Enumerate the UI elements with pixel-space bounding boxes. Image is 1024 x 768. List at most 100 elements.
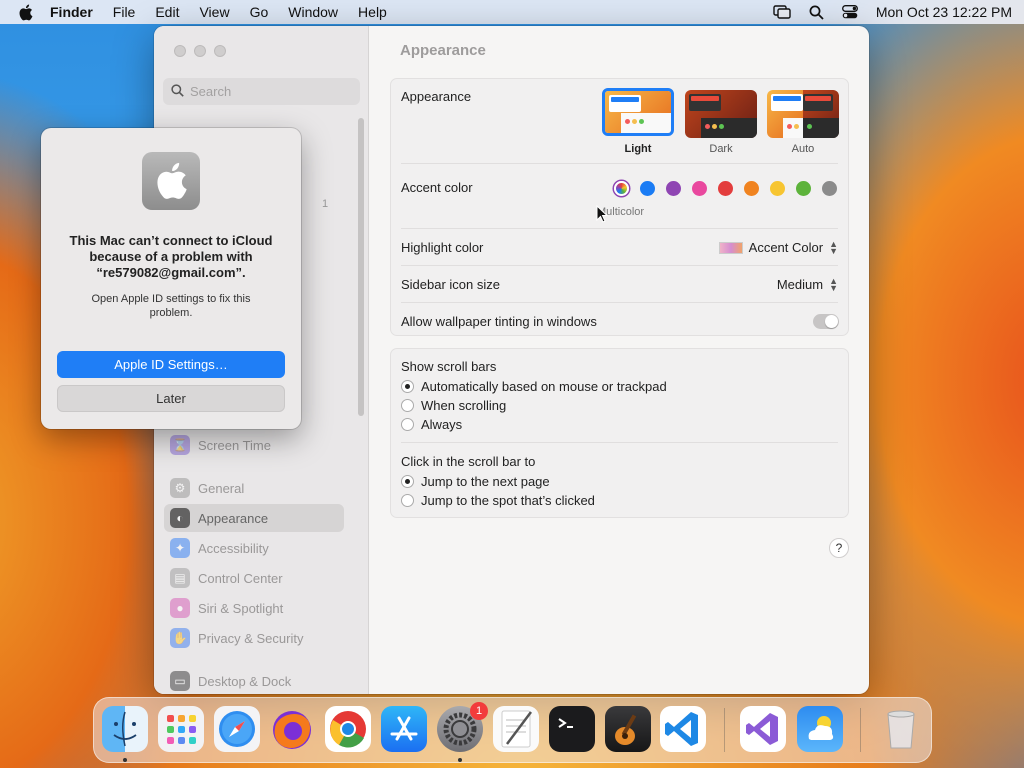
sidebar-item-label: General	[198, 480, 245, 496]
settings-content: Appearance Appearance Light Dark Auto Ac…	[370, 26, 869, 694]
accent-red-swatch[interactable]	[718, 181, 733, 196]
click-option-spot-clicked[interactable]: Jump to the spot that’s clicked	[401, 493, 838, 508]
textedit-dock-icon[interactable]	[493, 706, 539, 752]
scroll-option-automatic[interactable]: Automatically based on mouse or trackpad	[401, 379, 838, 394]
radio-label: Jump to the next page	[421, 474, 550, 489]
radio-button[interactable]	[401, 380, 414, 393]
chevron-updown-icon: ▲ ▼	[829, 275, 838, 293]
sidebar-item-privacy-security[interactable]: ✋ Privacy & Security	[164, 624, 344, 652]
accent-purple-swatch[interactable]	[666, 181, 681, 196]
weather-dock-icon[interactable]	[797, 706, 843, 752]
sidebar-icon-size-label: Sidebar icon size	[401, 277, 500, 292]
accent-graphite-swatch[interactable]	[822, 181, 837, 196]
wallpaper-tinting-toggle[interactable]	[813, 314, 839, 329]
spotlight-search-icon[interactable]	[809, 5, 824, 20]
theme-auto-option[interactable]	[767, 90, 839, 138]
radio-button[interactable]	[401, 494, 414, 507]
scroll-option-always[interactable]: Always	[401, 417, 838, 432]
icloud-alert-dialog: This Mac can’t connect to iCloud because…	[41, 128, 301, 429]
radio-button[interactable]	[401, 475, 414, 488]
minimize-window-button[interactable]	[194, 45, 206, 57]
highlight-color-preview	[718, 241, 743, 254]
theme-light-label: Light	[624, 143, 652, 155]
menu-view[interactable]: View	[199, 4, 229, 20]
sidebar-item-appearance[interactable]: ◐ Appearance	[164, 504, 344, 532]
accent-yellow-swatch[interactable]	[770, 181, 785, 196]
help-button[interactable]: ?	[829, 538, 849, 558]
divider	[401, 442, 838, 443]
control-center-icon[interactable]	[841, 5, 858, 19]
radio-label: Always	[421, 417, 463, 432]
radio-button[interactable]	[401, 399, 414, 412]
safari-dock-icon[interactable]	[214, 706, 260, 752]
menu-clock[interactable]: Mon Oct 23 12:22 PM	[876, 4, 1012, 20]
menu-help[interactable]: Help	[358, 4, 387, 20]
close-window-button[interactable]	[174, 45, 186, 57]
gear-icon: ⚙	[170, 478, 190, 498]
sidebar-item-accessibility[interactable]: ✦ Accessibility	[164, 534, 344, 562]
divider	[401, 302, 838, 303]
sidebar-item-label: Accessibility	[198, 540, 269, 556]
app-store-dock-icon[interactable]	[381, 706, 427, 752]
dock-separator	[860, 708, 861, 752]
launchpad-dock-icon[interactable]	[158, 706, 204, 752]
menu-edit[interactable]: Edit	[155, 4, 179, 20]
mouse-pointer-icon	[596, 204, 609, 226]
accent-pink-swatch[interactable]	[692, 181, 707, 196]
visual-studio-dock-icon[interactable]	[740, 706, 786, 752]
terminal-dock-icon[interactable]	[549, 706, 595, 752]
finder-dock-icon[interactable]	[102, 706, 148, 752]
sidebar-item-desktop-dock[interactable]: ▭ Desktop & Dock	[164, 667, 344, 694]
theme-dark-label: Dark	[709, 143, 733, 155]
toggle-knob	[825, 315, 838, 328]
radio-button[interactable]	[401, 418, 414, 431]
sidebar-item-label: Desktop & Dock	[198, 673, 292, 689]
apple-menu-icon[interactable]	[18, 4, 36, 21]
menu-bar: Finder File Edit View Go Window Help Mon…	[0, 0, 1024, 24]
dock-icon: ▭	[170, 671, 190, 691]
scroll-option-when-scrolling[interactable]: When scrolling	[401, 398, 838, 413]
wallpaper-tinting-label: Allow wallpaper tinting in windows	[401, 314, 597, 329]
light-theme-window-preview	[609, 95, 641, 112]
sidebar-scrollbar[interactable]	[358, 118, 364, 416]
click-option-next-page[interactable]: Jump to the next page	[401, 474, 838, 489]
trash-dock-icon[interactable]	[878, 706, 924, 752]
sidebar-item-control-center[interactable]: ▤ Control Center	[164, 564, 344, 592]
appearance-icon: ◐	[170, 508, 190, 528]
dark-theme-window-preview-2	[701, 118, 757, 138]
sidebar-item-screen-time[interactable]: ⌛ Screen Time	[164, 431, 344, 459]
control-center-icon: ▤	[170, 568, 190, 588]
apple-id-settings-button[interactable]: Apple ID Settings…	[57, 351, 285, 378]
sidebar-search-field[interactable]: Search	[163, 78, 360, 105]
chevron-updown-icon: ▲ ▼	[829, 238, 838, 256]
theme-light-option[interactable]	[602, 88, 674, 136]
menu-window[interactable]: Window	[288, 4, 338, 20]
theme-dark-option[interactable]	[685, 90, 757, 138]
accent-orange-swatch[interactable]	[744, 181, 759, 196]
theme-auto-label: Auto	[791, 143, 815, 155]
divider	[401, 163, 838, 164]
radio-label: When scrolling	[421, 398, 507, 413]
highlight-color-value: Accent Color	[748, 240, 824, 255]
accent-green-swatch[interactable]	[796, 181, 811, 196]
later-button[interactable]: Later	[57, 385, 285, 412]
dock: 1	[93, 697, 932, 763]
highlight-color-label: Highlight color	[401, 240, 484, 255]
menu-go[interactable]: Go	[250, 4, 269, 20]
accent-blue-swatch[interactable]	[640, 181, 655, 196]
menu-file[interactable]: File	[113, 4, 136, 20]
sidebar-item-siri-spotlight[interactable]: ● Siri & Spotlight	[164, 594, 344, 622]
sidebar-item-general[interactable]: ⚙ General	[164, 474, 344, 502]
screen-mirroring-icon[interactable]	[773, 5, 791, 19]
vscode-dock-icon[interactable]	[660, 706, 706, 752]
highlight-color-popup[interactable]: Accent Color ▲ ▼	[718, 238, 838, 256]
zoom-window-button[interactable]	[214, 45, 226, 57]
garageband-dock-icon[interactable]	[605, 706, 651, 752]
chrome-dock-icon[interactable]	[325, 706, 371, 752]
hand-icon: ✋	[170, 628, 190, 648]
firefox-dock-icon[interactable]	[269, 706, 315, 752]
sidebar-icon-size-popup[interactable]: Medium ▲ ▼	[777, 275, 838, 293]
auto-theme-window-preview-3	[803, 118, 839, 138]
menu-app-name[interactable]: Finder	[50, 4, 93, 20]
accent-multicolor-swatch[interactable]	[614, 181, 629, 196]
